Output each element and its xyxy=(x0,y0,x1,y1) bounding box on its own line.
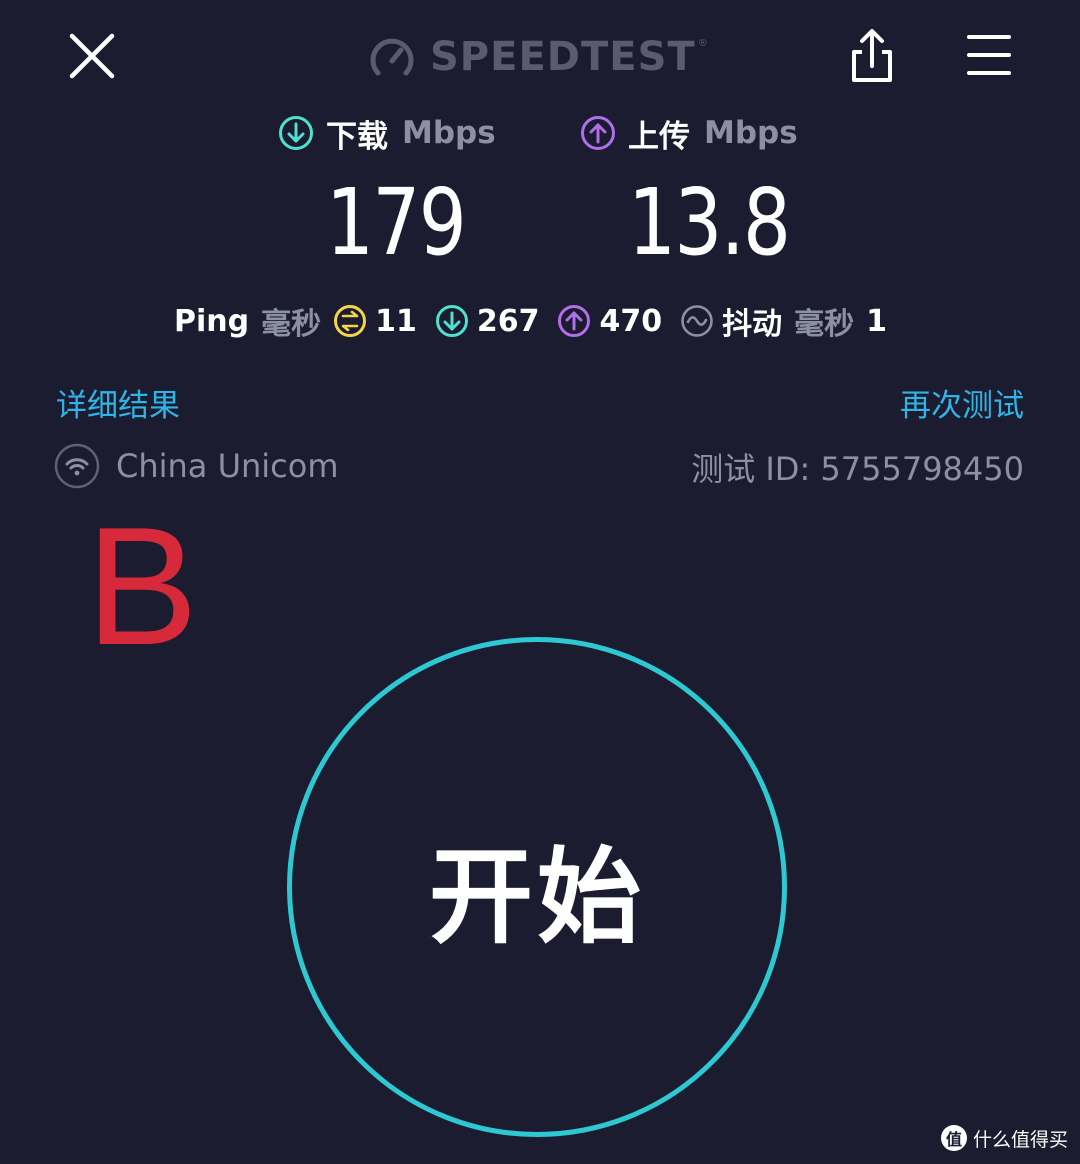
download-unit: Mbps xyxy=(402,115,496,151)
ping-unit: 毫秒 xyxy=(261,307,322,342)
ping-download-icon xyxy=(435,304,469,338)
speedtest-result-screen: SPEEDTEST ® 下载 Mbps 上传 Mbps 179 13.8 Pin… xyxy=(0,0,1080,1164)
arrow-up-circle-icon xyxy=(581,116,615,150)
jitter-icon xyxy=(680,304,714,338)
download-header: 下载 Mbps xyxy=(278,110,496,156)
logo-text: SPEEDTEST xyxy=(430,34,696,80)
menu-icon xyxy=(967,35,1011,75)
retest-link[interactable]: 再次测试 xyxy=(900,380,1024,425)
results-details-link[interactable]: 详细结果 xyxy=(56,380,180,425)
close-button[interactable] xyxy=(64,28,120,84)
speedtest-logo: SPEEDTEST ® xyxy=(368,30,708,84)
start-button[interactable]: 开始 xyxy=(287,637,787,1137)
upload-label: 上传 xyxy=(628,118,690,155)
ping-label: Ping xyxy=(174,303,250,339)
trademark-mark: ® xyxy=(697,38,708,49)
watermark-badge: 值 xyxy=(940,1125,967,1151)
upload-unit: Mbps xyxy=(704,115,798,151)
ping-upload-icon xyxy=(557,304,591,338)
watermark-text: 什么值得买 xyxy=(972,1128,1068,1151)
upload-value: 13.8 xyxy=(628,169,791,276)
ping-upload-value: 470 xyxy=(599,303,663,339)
ping-idle-value: 11 xyxy=(375,303,417,339)
watermark: 值 什么值得买 xyxy=(940,1122,1068,1154)
upload-header: 上传 Mbps xyxy=(580,110,798,156)
jitter-label: 抖动 xyxy=(722,307,783,342)
arrow-down-circle-icon xyxy=(279,116,313,150)
ping-row: Ping 毫秒 11 267 470 抖动 毫秒 1 xyxy=(174,298,887,344)
ping-idle-icon xyxy=(333,304,367,338)
provider-info: China Unicom xyxy=(54,442,339,490)
ping-download-value: 267 xyxy=(476,303,540,339)
test-id: 测试 ID: 5755798450 xyxy=(691,450,1024,488)
jitter-unit: 毫秒 xyxy=(794,307,855,342)
share-button[interactable] xyxy=(846,26,898,84)
start-label: 开始 xyxy=(428,835,645,958)
close-icon xyxy=(69,33,115,79)
menu-button[interactable] xyxy=(966,32,1012,78)
wifi-icon xyxy=(54,443,100,489)
share-icon xyxy=(852,29,892,82)
jitter-value: 1 xyxy=(866,303,887,339)
download-label: 下载 xyxy=(326,118,388,155)
speedometer-icon xyxy=(370,38,414,76)
download-value: 179 xyxy=(326,169,467,276)
annotation-letter: B xyxy=(86,492,199,680)
provider-name: China Unicom xyxy=(116,447,339,485)
